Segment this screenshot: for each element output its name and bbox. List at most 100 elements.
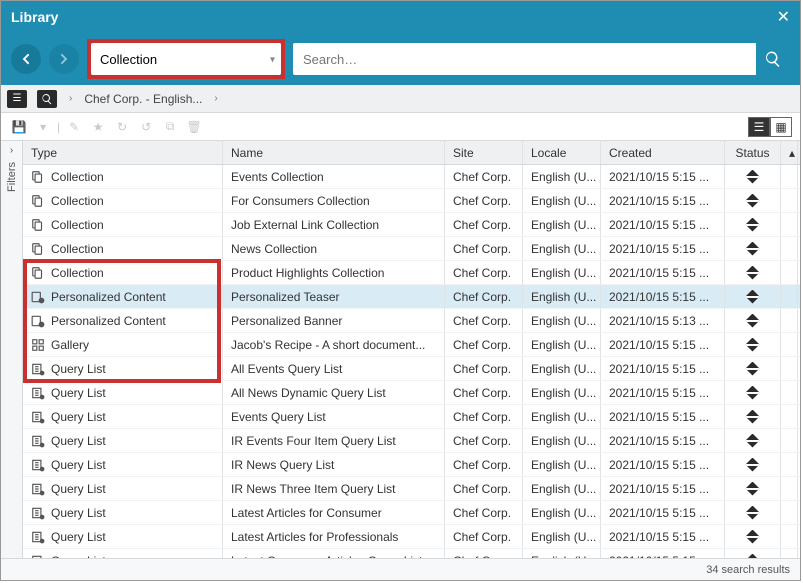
table-row[interactable]: Query ListLatest Articles for ConsumerCh… [23,501,800,525]
cell-created: 2021/10/15 5:15 ... [609,458,709,472]
breadcrumb-sep: › [67,93,74,104]
table-row[interactable]: Query ListIR Events Four Item Query List… [23,429,800,453]
table-row[interactable]: CollectionJob External Link CollectionCh… [23,213,800,237]
copy-icon[interactable]: ⧉ [160,119,180,134]
cell-site: Chef Corp. [453,482,511,496]
status-icon [746,242,760,256]
table-row[interactable]: Query ListIR News Three Item Query ListC… [23,477,800,501]
cell-site: Chef Corp. [453,386,511,400]
cell-name: Latest Articles for Professionals [231,530,398,544]
table-row[interactable]: Personalized ContentPersonalized BannerC… [23,309,800,333]
table-row[interactable]: GalleryJacob's Recipe - A short document… [23,333,800,357]
close-icon[interactable]: ✕ [777,7,790,27]
breadcrumb-item[interactable]: Chef Corp. - English... [84,92,202,106]
cell-created: 2021/10/15 5:15 ... [609,338,709,352]
table-row[interactable]: Query ListAll News Dynamic Query ListChe… [23,381,800,405]
content-toolbar: 💾 ▾ | ✎ ★ ↻ ↺ ⧉ 🗑 ☰ ▦ [1,113,800,141]
new-dropdown-icon[interactable]: ▾ [33,120,53,134]
table-row[interactable]: Query ListIR News Query ListChef Corp.En… [23,453,800,477]
status-icon [746,386,760,400]
table-row[interactable]: CollectionEvents CollectionChef Corp.Eng… [23,165,800,189]
table-row[interactable]: CollectionFor Consumers CollectionChef C… [23,189,800,213]
cell-site: Chef Corp. [453,458,511,472]
col-header-status[interactable]: Status [725,141,781,164]
chevron-right-icon: › [10,145,13,156]
cell-type: Collection [51,170,104,184]
breadcrumb-bar: ☰ › Chef Corp. - English... › [1,85,800,113]
cell-locale: English (U... [531,242,596,256]
save-icon[interactable]: 💾 [9,120,29,134]
table-row[interactable]: Query ListLatest Consumer Articles Query… [23,549,800,558]
list-view-button[interactable]: ☰ [748,117,770,137]
cell-site: Chef Corp. [453,410,511,424]
cell-locale: English (U... [531,338,596,352]
table-row[interactable]: CollectionNews CollectionChef Corp.Engli… [23,237,800,261]
col-header-name[interactable]: Name [223,141,445,164]
cell-site: Chef Corp. [453,434,511,448]
cell-created: 2021/10/15 5:13 ... [609,314,709,328]
cell-locale: English (U... [531,194,596,208]
revert-icon[interactable]: ↺ [136,120,156,134]
cell-type: Query List [51,458,106,472]
cell-created: 2021/10/15 5:15 ... [609,194,709,208]
grid-view-button[interactable]: ▦ [770,117,792,137]
search-mode-icon[interactable] [37,90,57,108]
cell-locale: English (U... [531,266,596,280]
querylist-icon [31,482,45,496]
cell-locale: English (U... [531,290,596,304]
edit-icon[interactable]: ✎ [64,120,84,134]
cell-type: Query List [51,554,106,559]
col-header-created[interactable]: Created [601,141,725,164]
collection-icon [31,218,45,232]
cell-created: 2021/10/15 5:15 ... [609,482,709,496]
table-row[interactable]: CollectionProduct Highlights CollectionC… [23,261,800,285]
type-dropdown[interactable]: ▾ [91,53,281,67]
results-count: 34 search results [706,564,790,576]
table-row[interactable]: Personalized ContentPersonalized TeaserC… [23,285,800,309]
status-icon [746,218,760,232]
nav-back-button[interactable] [11,44,41,74]
cell-type: Collection [51,266,104,280]
cell-created: 2021/10/15 5:15 ... [609,290,709,304]
col-header-locale[interactable]: Locale [523,141,601,164]
table-row[interactable]: Query ListLatest Articles for Profession… [23,525,800,549]
cell-name: IR Events Four Item Query List [231,434,396,448]
status-icon [746,338,760,352]
nav-toolbar: ▾ [1,33,800,85]
cell-site: Chef Corp. [453,554,511,559]
col-header-site[interactable]: Site [445,141,523,164]
grid-body[interactable]: CollectionEvents CollectionChef Corp.Eng… [23,165,800,558]
cell-created: 2021/10/15 5:15 ... [609,506,709,520]
cell-locale: English (U... [531,458,596,472]
col-header-type[interactable]: Type [23,141,223,164]
table-row[interactable]: Query ListEvents Query ListChef Corp.Eng… [23,405,800,429]
cell-locale: English (U... [531,362,596,376]
filters-panel-collapsed[interactable]: › Filters [1,141,23,558]
cell-locale: English (U... [531,434,596,448]
table-row[interactable]: Query ListAll Events Query ListChef Corp… [23,357,800,381]
window-title: Library [11,9,58,25]
cell-created: 2021/10/15 5:15 ... [609,242,709,256]
bookmark-icon[interactable]: ★ [88,120,108,134]
cell-created: 2021/10/15 5:15 ... [609,170,709,184]
search-input[interactable] [293,43,756,75]
scroll-up-icon[interactable]: ▴ [781,141,798,164]
refresh-icon[interactable]: ↻ [112,120,132,134]
status-icon [746,314,760,328]
querylist-icon [31,410,45,424]
search-wrap [293,43,790,75]
cell-locale: English (U... [531,386,596,400]
cell-site: Chef Corp. [453,266,511,280]
delete-icon[interactable]: 🗑 [184,120,204,134]
nav-forward-button[interactable] [49,44,79,74]
tree-icon[interactable]: ☰ [7,90,27,108]
cell-site: Chef Corp. [453,290,511,304]
cell-locale: English (U... [531,170,596,184]
cell-locale: English (U... [531,506,596,520]
search-button[interactable] [756,43,790,75]
cell-locale: English (U... [531,314,596,328]
cell-locale: English (U... [531,530,596,544]
status-icon [746,482,760,496]
type-dropdown-input[interactable] [91,43,281,75]
cell-site: Chef Corp. [453,530,511,544]
